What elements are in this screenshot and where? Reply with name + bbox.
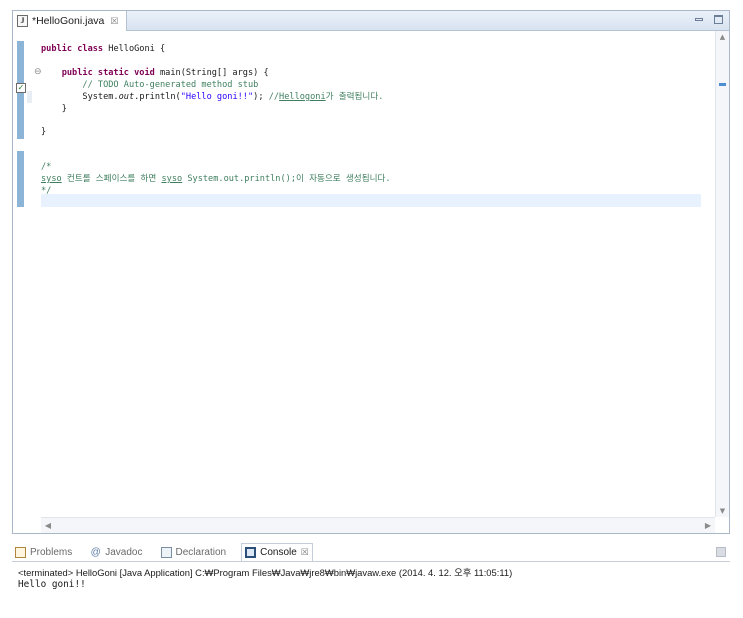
minimize-button[interactable] [694, 14, 704, 24]
code-line[interactable]: } [41, 126, 46, 139]
tab-declaration[interactable]: Declaration [158, 543, 230, 561]
code-token: HelloGoni { [108, 44, 166, 54]
code-token: System.out.println();이 자동으로 생성됩니다. [182, 174, 391, 184]
tab-label: Javadoc [105, 546, 143, 558]
window-controls [694, 14, 723, 24]
tab-label: Console [260, 547, 297, 558]
scroll-up-icon[interactable]: ▲ [716, 31, 729, 43]
code-token: // TODO Auto-generated method stub [41, 80, 259, 90]
change-ruler-block [17, 151, 24, 207]
code-token: /* [41, 162, 52, 172]
editor-tab-bar: J *HelloGoni.java ☒ [13, 11, 729, 31]
horizontal-scrollbar[interactable]: ◀ ▶ [41, 517, 715, 533]
maximize-icon [713, 14, 723, 24]
scroll-right-icon[interactable]: ▶ [701, 518, 715, 533]
tab-label: Declaration [175, 546, 227, 558]
code-line[interactable]: syso 컨트롤 스페이스를 하면 syso System.out.printl… [41, 173, 391, 186]
console-output[interactable]: Hello goni!! [18, 579, 86, 590]
tab-label: Problems [30, 546, 73, 558]
tab-console[interactable]: Console ☒ [241, 543, 313, 561]
code-line[interactable]: */ [41, 185, 51, 198]
code-token: syso [161, 174, 183, 184]
maximize-button[interactable] [713, 14, 723, 24]
scroll-left-icon[interactable]: ◀ [41, 518, 55, 533]
code-token: } [41, 104, 67, 114]
current-line-highlight [41, 194, 701, 207]
vertical-scrollbar[interactable]: ▲ ▼ [715, 31, 729, 517]
console-status-line: <terminated> HelloGoni [Java Application… [18, 567, 513, 578]
code-token: 가 출력됩니다. [325, 92, 384, 102]
code-token: .println( [134, 92, 181, 102]
code-token: Hellogoni [279, 92, 326, 102]
quick-diff-marker [27, 91, 32, 103]
code-token: syso [41, 174, 62, 184]
java-file-icon: J [17, 15, 28, 27]
code-line[interactable]: } [41, 103, 67, 116]
close-icon[interactable]: ☒ [301, 547, 309, 558]
code-token: public static void [41, 68, 160, 78]
code-token: main(String[] args) { [160, 68, 269, 78]
tab-problems[interactable]: Problems [12, 543, 75, 561]
views-divider [12, 561, 730, 562]
tab-javadoc[interactable]: @ Javadoc [87, 543, 145, 561]
code-token: } [41, 127, 47, 137]
code-token: out [118, 92, 135, 102]
declaration-icon [160, 546, 172, 558]
close-icon[interactable]: ☒ [110, 16, 118, 27]
overview-ruler-marker[interactable] [719, 83, 726, 86]
problems-icon [15, 546, 26, 558]
code-token: System. [41, 92, 119, 102]
code-token: 컨트롤 스페이스를 하면 [61, 174, 162, 184]
editor-tab-label: *HelloGoni.java [32, 15, 105, 27]
code-line[interactable]: System.out.println("Hello goni!!"); //He… [41, 91, 383, 104]
code-token: */ [41, 186, 52, 196]
scroll-down-icon[interactable]: ▼ [716, 505, 729, 517]
code-line[interactable]: public class HelloGoni { [41, 43, 165, 56]
editor-tab-hellogoni[interactable]: J *HelloGoni.java ☒ [13, 11, 128, 31]
code-token: public class [41, 44, 109, 54]
console-icon [245, 547, 257, 558]
task-marker-icon[interactable]: ✓ [16, 83, 26, 93]
code-token: ); [253, 92, 269, 102]
minimize-icon [695, 17, 703, 21]
minimize-view-icon[interactable] [716, 547, 726, 557]
code-editor[interactable]: J *HelloGoni.java ☒ ✓ ⊖ public class Hel… [12, 10, 730, 534]
javadoc-icon: @ [90, 546, 101, 558]
code-token: // [268, 92, 280, 102]
views-tab-bar: Problems @ Javadoc Declaration Console ☒ [12, 543, 730, 561]
code-token: "Hello goni!!" [180, 92, 254, 102]
